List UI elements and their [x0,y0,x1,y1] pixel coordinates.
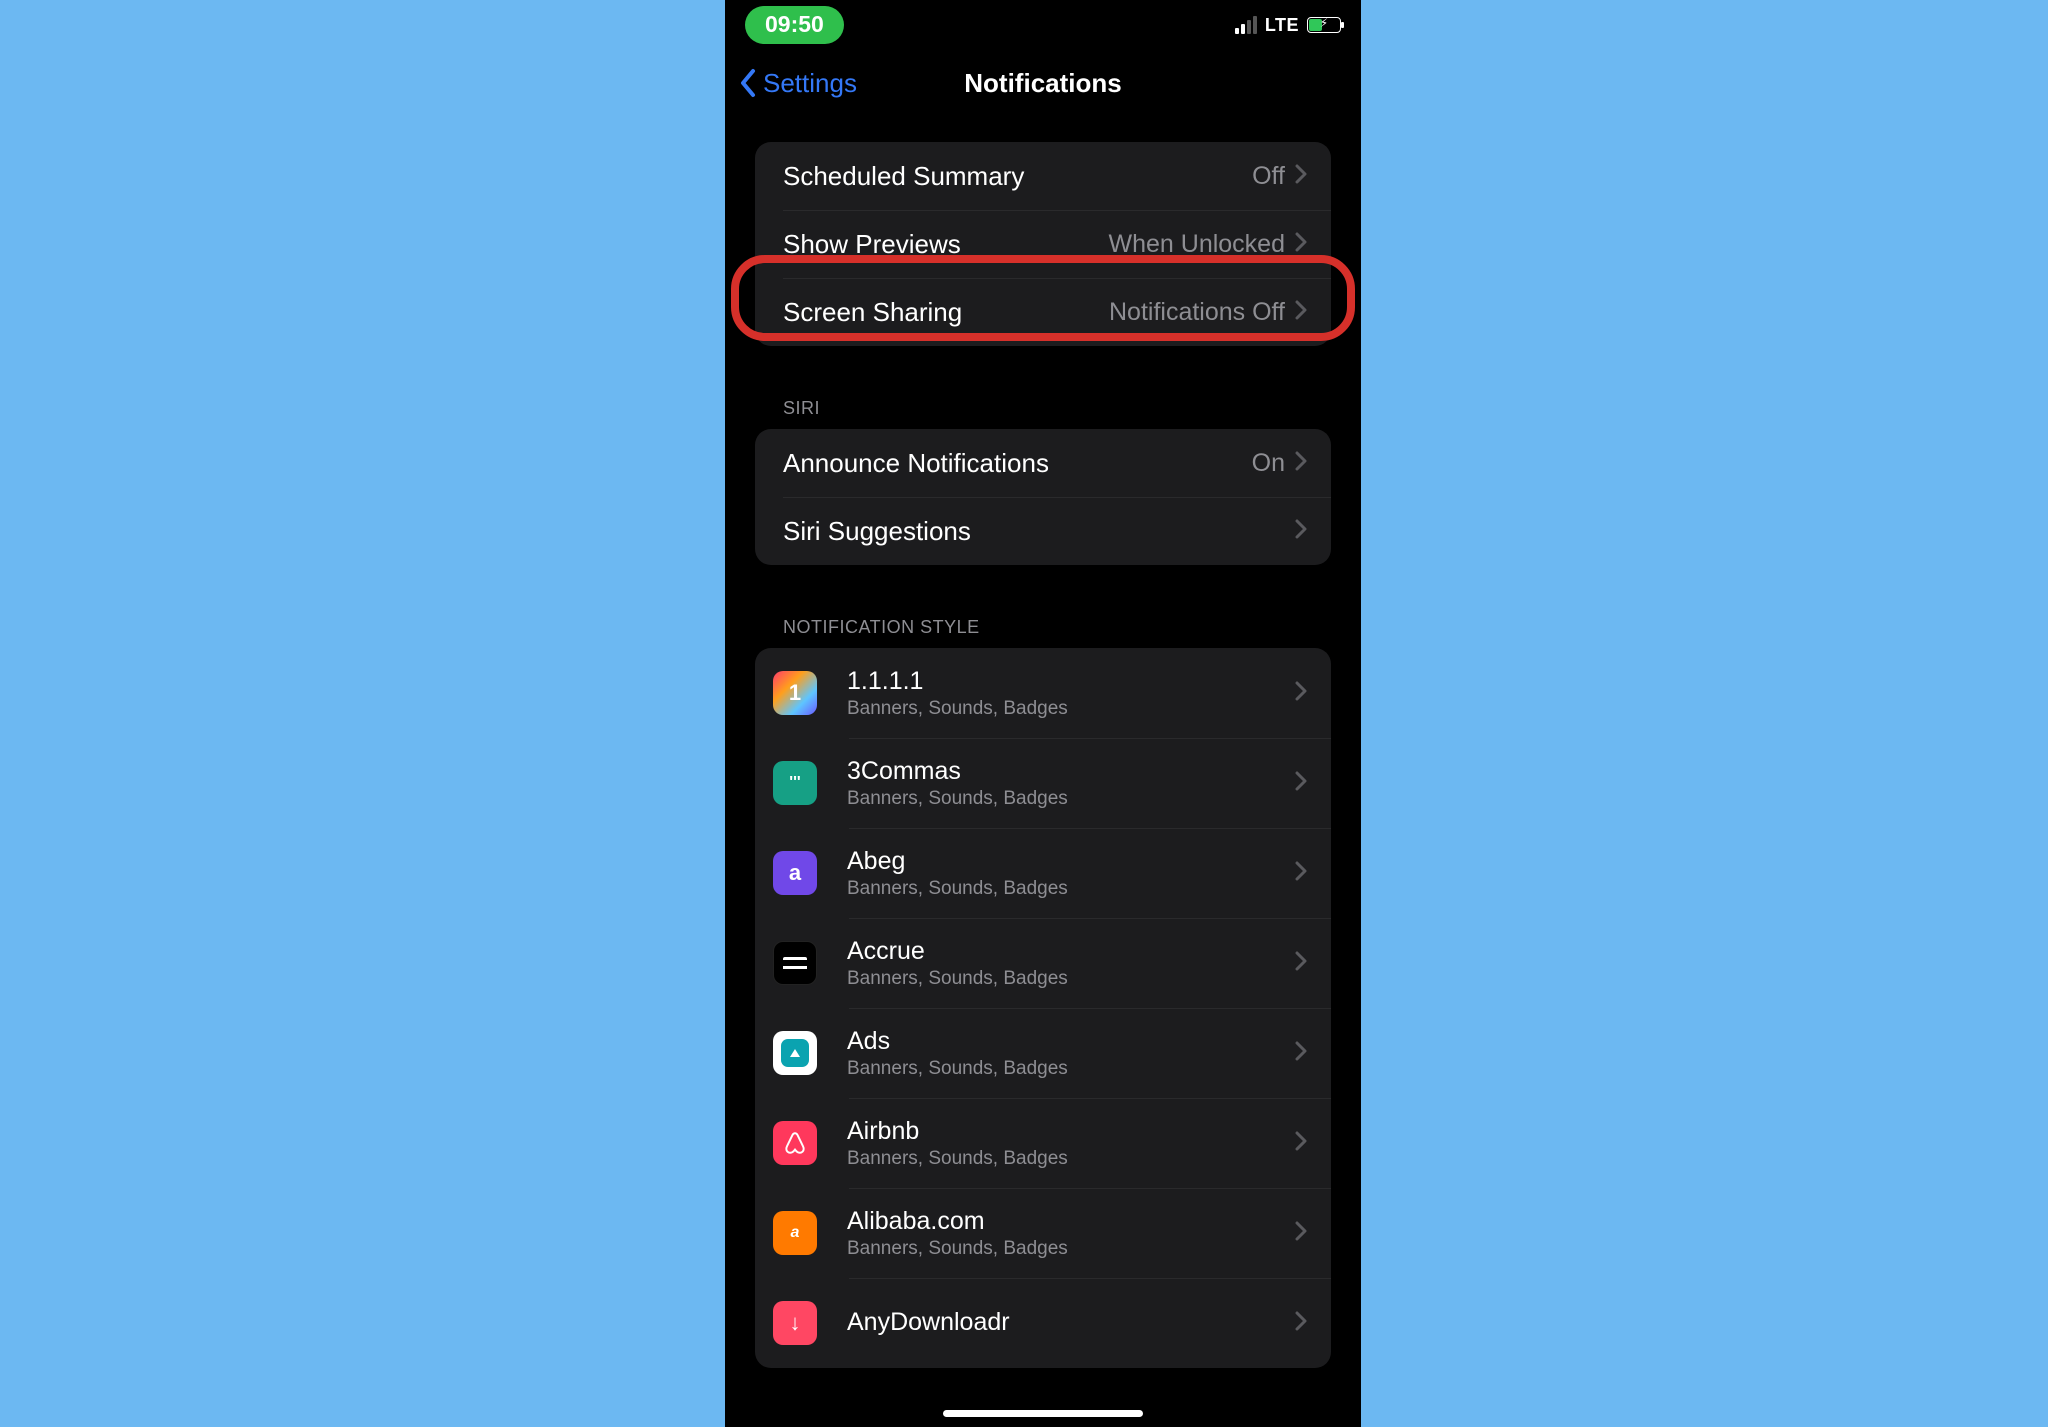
section-header-siri: SIRI [783,398,1331,419]
chevron-right-icon [1295,232,1307,257]
app-text: AdsBanners, Sounds, Badges [847,1027,1295,1080]
app-icon: ↓ [773,1301,817,1345]
app-row[interactable]: ''' 3CommasBanners, Sounds, Badges [755,738,1331,828]
row-label: Announce Notifications [783,448,1252,479]
signal-icon [1235,16,1257,34]
app-icon: a [773,851,817,895]
chevron-right-icon [1295,1221,1307,1246]
app-text: AbegBanners, Sounds, Badges [847,847,1295,900]
row-scheduled-summary[interactable]: Scheduled Summary Off [755,142,1331,210]
app-name: Alibaba.com [847,1207,1295,1236]
app-text: 1.1.1.1Banners, Sounds, Badges [847,667,1295,720]
settings-group-general: Scheduled Summary Off Show Previews When… [755,142,1331,346]
chevron-right-icon [1295,1041,1307,1066]
page-title: Notifications [964,68,1121,99]
app-sub: Banners, Sounds, Badges [847,968,1295,990]
chevron-right-icon [1295,771,1307,796]
back-button[interactable]: Settings [739,68,857,99]
app-sub: Banners, Sounds, Badges [847,1148,1295,1170]
row-label: Scheduled Summary [783,161,1252,192]
row-label: Screen Sharing [783,297,1109,328]
phone-screen: 09:50 LTE ⚡︎ Settings Notifications Sche… [725,0,1361,1427]
app-icon: ''' [773,761,817,805]
app-row[interactable]: AccrueBanners, Sounds, Badges [755,918,1331,1008]
row-announce-notifications[interactable]: Announce Notifications On [755,429,1331,497]
network-label: LTE [1265,15,1299,36]
content: Scheduled Summary Off Show Previews When… [725,142,1361,1368]
app-text: AnyDownloadr [847,1308,1295,1339]
app-text: AccrueBanners, Sounds, Badges [847,937,1295,990]
chevron-left-icon [739,68,759,98]
back-label: Settings [763,68,857,99]
section-header-notification-style: NOTIFICATION STYLE [783,617,1331,638]
app-icon [773,941,817,985]
nav-bar: Settings Notifications [725,50,1361,116]
row-label: Siri Suggestions [783,516,1285,547]
chevron-right-icon [1295,451,1307,476]
chevron-right-icon [1295,951,1307,976]
row-siri-suggestions[interactable]: Siri Suggestions [755,497,1331,565]
battery-icon: ⚡︎ [1307,17,1341,33]
app-sub: Banners, Sounds, Badges [847,698,1295,720]
row-label: Show Previews [783,229,1109,260]
app-name: 1.1.1.1 [847,667,1295,696]
app-icon [773,1031,817,1075]
app-text: AirbnbBanners, Sounds, Badges [847,1117,1295,1170]
row-value: When Unlocked [1109,230,1285,259]
row-value: Notifications Off [1109,298,1285,327]
app-name: Ads [847,1027,1295,1056]
app-row[interactable]: a AbegBanners, Sounds, Badges [755,828,1331,918]
chevron-right-icon [1295,1131,1307,1156]
chevron-right-icon [1295,681,1307,706]
chevron-right-icon [1295,164,1307,189]
row-screen-sharing[interactable]: Screen Sharing Notifications Off [755,278,1331,346]
status-right: LTE ⚡︎ [1235,15,1341,36]
status-time[interactable]: 09:50 [745,6,844,44]
app-name: Airbnb [847,1117,1295,1146]
chevron-right-icon [1295,861,1307,886]
app-name: Abeg [847,847,1295,876]
app-name: Accrue [847,937,1295,966]
app-row[interactable]: ↓ AnyDownloadr [755,1278,1331,1368]
app-sub: Banners, Sounds, Badges [847,788,1295,810]
app-sub: Banners, Sounds, Badges [847,1058,1295,1080]
chevron-right-icon [1295,300,1307,325]
settings-group-apps: 11.1.1.1Banners, Sounds, Badges'''3Comma… [755,648,1331,1368]
row-show-previews[interactable]: Show Previews When Unlocked [755,210,1331,278]
row-value: Off [1252,162,1285,191]
home-indicator[interactable] [943,1410,1143,1417]
app-row[interactable]: AdsBanners, Sounds, Badges [755,1008,1331,1098]
chevron-right-icon [1295,1311,1307,1336]
settings-group-siri: Announce Notifications On Siri Suggestio… [755,429,1331,565]
app-name: 3Commas [847,757,1295,786]
app-name: AnyDownloadr [847,1308,1295,1337]
row-value: On [1252,449,1285,478]
app-row[interactable]: 1 1.1.1.1Banners, Sounds, Badges [755,648,1331,738]
app-icon: 1 [773,671,817,715]
chevron-right-icon [1295,519,1307,544]
app-sub: Banners, Sounds, Badges [847,1238,1295,1260]
app-text: Alibaba.comBanners, Sounds, Badges [847,1207,1295,1260]
app-icon: a [773,1211,817,1255]
app-text: 3CommasBanners, Sounds, Badges [847,757,1295,810]
app-row[interactable]: AirbnbBanners, Sounds, Badges [755,1098,1331,1188]
status-bar: 09:50 LTE ⚡︎ [725,0,1361,50]
app-icon [773,1121,817,1165]
app-row[interactable]: a Alibaba.comBanners, Sounds, Badges [755,1188,1331,1278]
app-sub: Banners, Sounds, Badges [847,878,1295,900]
